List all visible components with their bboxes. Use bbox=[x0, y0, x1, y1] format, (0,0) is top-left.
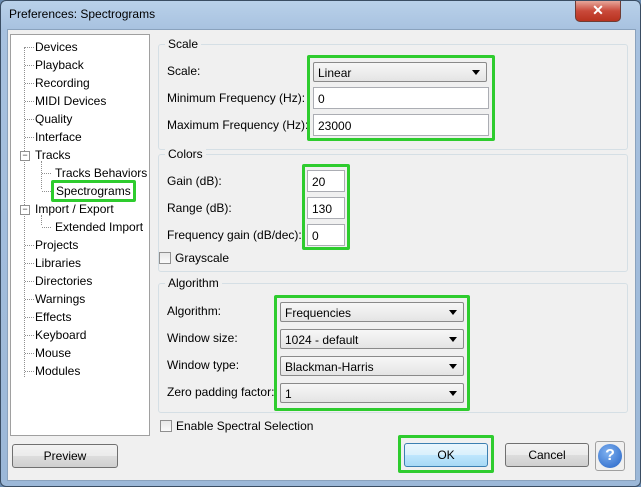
title-bar: Preferences: Spectrograms ✕ bbox=[1, 1, 640, 29]
zero-padding-label: Zero padding factor: bbox=[167, 385, 275, 399]
tree-connector bbox=[41, 161, 42, 189]
tree-item-spectrograms[interactable]: Spectrograms bbox=[51, 180, 136, 202]
preferences-window: Preferences: Spectrograms ✕ Devices Play… bbox=[0, 0, 641, 487]
grayscale-label: Grayscale bbox=[175, 251, 230, 265]
colors-group-label: Colors bbox=[165, 147, 206, 161]
tree-connector bbox=[25, 317, 34, 318]
tree-connector bbox=[42, 227, 51, 228]
close-button[interactable]: ✕ bbox=[575, 1, 621, 22]
colors-group: Colors Gain (dB): 20 Range (dB): 130 Fre… bbox=[158, 147, 628, 272]
tree-item-quality[interactable]: Quality bbox=[35, 110, 72, 128]
collapse-import-export-icon[interactable]: − bbox=[20, 205, 30, 215]
tree-connector bbox=[25, 281, 34, 282]
tree-item-devices[interactable]: Devices bbox=[35, 38, 78, 56]
tree-connector bbox=[25, 299, 34, 300]
frequency-gain-label: Frequency gain (dB/dec): bbox=[167, 228, 302, 242]
colors-highlight bbox=[302, 164, 350, 250]
dialog-client: Devices Playback Recording MIDI Devices … bbox=[7, 29, 636, 481]
tree-item-mouse[interactable]: Mouse bbox=[35, 344, 71, 362]
tree-item-recording[interactable]: Recording bbox=[35, 74, 90, 92]
ok-button[interactable]: OK bbox=[404, 443, 488, 467]
tree-connector bbox=[25, 65, 34, 66]
spectrograms-settings-panel: Scale Scale: Linear Minimum Frequency (H… bbox=[158, 34, 628, 438]
tree-connector bbox=[25, 137, 34, 138]
window-type-label: Window type: bbox=[167, 358, 240, 372]
grayscale-checkbox[interactable] bbox=[159, 252, 171, 264]
window-size-label: Window size: bbox=[167, 331, 238, 345]
tree-connector bbox=[25, 47, 34, 48]
help-icon: ? bbox=[598, 444, 622, 468]
range-label: Range (dB): bbox=[167, 201, 232, 215]
tree-item-directories[interactable]: Directories bbox=[35, 272, 92, 290]
scale-label: Scale: bbox=[167, 64, 201, 78]
tree-connector bbox=[25, 83, 34, 84]
min-frequency-label: Minimum Frequency (Hz): bbox=[167, 91, 306, 105]
tree-connector bbox=[25, 353, 34, 354]
cancel-button[interactable]: Cancel bbox=[505, 443, 589, 467]
tree-connector bbox=[42, 191, 51, 192]
tree-item-libraries[interactable]: Libraries bbox=[35, 254, 81, 272]
tree-connector bbox=[25, 119, 34, 120]
algorithm-group-label: Algorithm bbox=[165, 276, 222, 290]
tree-item-keyboard[interactable]: Keyboard bbox=[35, 326, 86, 344]
scale-group: Scale Scale: Linear Minimum Frequency (H… bbox=[158, 37, 628, 150]
help-button[interactable]: ? bbox=[595, 441, 625, 471]
tree-item-warnings[interactable]: Warnings bbox=[35, 290, 85, 308]
tree-connector bbox=[25, 371, 34, 372]
tree-item-extended-import[interactable]: Extended Import bbox=[55, 218, 143, 236]
tree-item-interface[interactable]: Interface bbox=[35, 128, 82, 146]
scale-group-label: Scale bbox=[165, 37, 202, 51]
category-tree[interactable]: Devices Playback Recording MIDI Devices … bbox=[10, 34, 150, 436]
tree-item-import-export[interactable]: Import / Export bbox=[35, 200, 114, 218]
tree-connector bbox=[25, 335, 34, 336]
tree-item-tracks[interactable]: Tracks bbox=[35, 146, 71, 164]
algorithm-label: Algorithm: bbox=[167, 304, 222, 318]
tree-item-modules[interactable]: Modules bbox=[35, 362, 80, 380]
collapse-tracks-icon[interactable]: − bbox=[20, 151, 30, 161]
gain-label: Gain (dB): bbox=[167, 174, 222, 188]
tree-item-effects[interactable]: Effects bbox=[35, 308, 71, 326]
scale-highlight bbox=[307, 55, 495, 141]
tree-connector bbox=[25, 245, 34, 246]
close-icon: ✕ bbox=[592, 2, 604, 18]
tree-connector bbox=[25, 101, 34, 102]
tree-item-midi-devices[interactable]: MIDI Devices bbox=[35, 92, 106, 110]
algorithm-highlight bbox=[274, 295, 470, 411]
window-title: Preferences: Spectrograms bbox=[9, 7, 156, 21]
tree-connector bbox=[25, 263, 34, 264]
tree-connector bbox=[42, 173, 51, 174]
tree-item-projects[interactable]: Projects bbox=[35, 236, 78, 254]
preview-button[interactable]: Preview bbox=[12, 444, 118, 468]
enable-spectral-selection-label: Enable Spectral Selection bbox=[176, 419, 314, 433]
algorithm-group: Algorithm Algorithm: Frequencies Window … bbox=[158, 276, 628, 413]
max-frequency-label: Maximum Frequency (Hz): bbox=[167, 118, 309, 132]
enable-spectral-selection-checkbox[interactable] bbox=[160, 420, 172, 432]
tree-item-playback[interactable]: Playback bbox=[35, 56, 84, 74]
